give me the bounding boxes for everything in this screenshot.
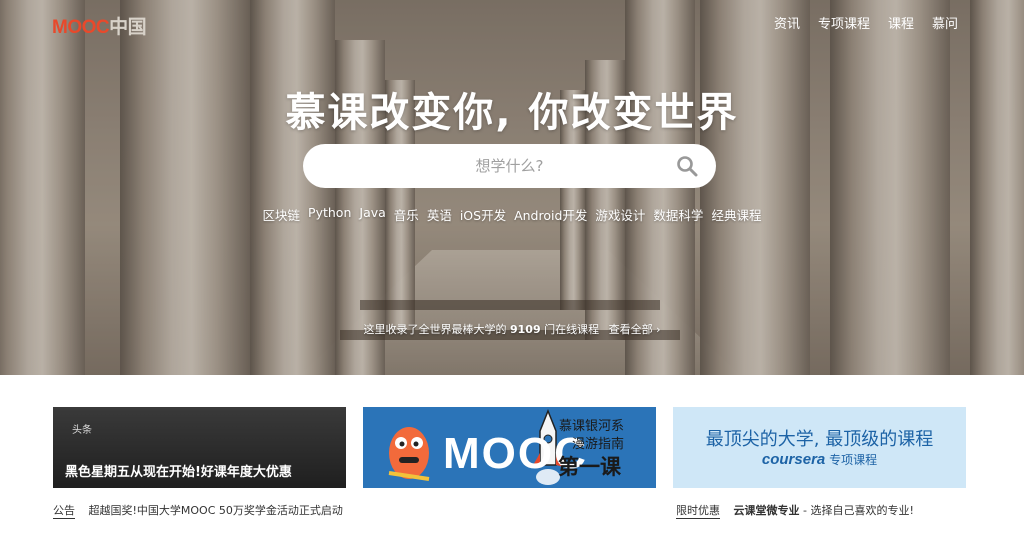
tag-data-science[interactable]: 数据科学 <box>653 205 703 224</box>
announcement-row[interactable]: 公告 超越国奖!中国大学MOOC 50万奖学金活动正式启动 <box>53 502 343 519</box>
promo-label: 限时优惠 <box>676 504 720 519</box>
tag-ios[interactable]: iOS开发 <box>460 205 506 224</box>
banner-card-mooc-guide[interactable]: MOOC 慕课银河系 漫游指南 第一课 <box>363 407 656 488</box>
tag-python[interactable]: Python <box>308 205 351 224</box>
search-icon[interactable] <box>676 155 698 177</box>
card-coursera-title: 最顶尖的大学, 最顶级的课程 <box>705 429 934 450</box>
tag-blockchain[interactable]: 区块链 <box>263 205 301 224</box>
promo-text: - 选择自己喜欢的专业! <box>799 504 914 517</box>
course-count: 这里收录了全世界最棒大学的 9109 门在线课程 查看全部 › <box>0 321 1024 337</box>
hero-headline: 慕课改变你, 你改变世界 <box>285 90 739 136</box>
banner-card-coursera[interactable]: 最顶尖的大学, 最顶级的课程 coursera 专项课程 <box>673 407 966 488</box>
announcement-label: 公告 <box>53 504 75 519</box>
card-sub3: 第一课 <box>558 455 621 479</box>
hero-banner: MOOC中国 资讯 专项课程 课程 慕问 慕课改变你, 你改变世界 区块链 Py… <box>0 0 1024 375</box>
top-nav: 资讯 专项课程 课程 慕问 <box>774 13 958 32</box>
nav-questions[interactable]: 慕问 <box>932 13 958 32</box>
tag-game-design[interactable]: 游戏设计 <box>595 205 645 224</box>
search-input[interactable] <box>303 157 716 175</box>
tag-music[interactable]: 音乐 <box>394 205 419 224</box>
logo-china: 中国 <box>109 17 147 38</box>
view-all-link[interactable]: 查看全部 › <box>609 323 661 336</box>
count-prefix: 这里收录了全世界最棒大学的 <box>363 323 507 336</box>
nav-specializations[interactable]: 专项课程 <box>818 13 870 32</box>
search-box <box>303 144 716 188</box>
tag-english[interactable]: 英语 <box>427 205 452 224</box>
count-suffix: 门在线课程 <box>544 323 600 336</box>
nav-news[interactable]: 资讯 <box>774 13 800 32</box>
card-sub2: 漫游指南 <box>572 437 625 452</box>
tag-classic[interactable]: 经典课程 <box>711 205 761 224</box>
banner-card-headline[interactable]: 头条 黑色星期五从现在开始!好课年度大优惠 <box>53 407 346 488</box>
hot-tags: 区块链 Python Java 音乐 英语 iOS开发 Android开发 游戏… <box>0 205 1024 224</box>
card-sub1: 慕课银河系 <box>559 419 625 434</box>
card-coursera-suffix: 专项课程 <box>829 453 878 467</box>
tag-java[interactable]: Java <box>359 205 385 224</box>
card-coursera-sub: coursera 专项课程 <box>673 451 966 468</box>
logo-mooc: MOOC <box>52 17 110 38</box>
logo[interactable]: MOOC中国 <box>52 12 147 39</box>
coursera-logo: coursera <box>761 451 826 468</box>
count-number: 9109 <box>509 323 541 336</box>
promo-row[interactable]: 限时优惠 云课堂微专业 - 选择自己喜欢的专业! <box>676 502 914 519</box>
nav-courses[interactable]: 课程 <box>888 13 914 32</box>
tag-android[interactable]: Android开发 <box>514 205 587 224</box>
card-title: 黑色星期五从现在开始!好课年度大优惠 <box>65 465 292 480</box>
monster-icon <box>388 427 430 481</box>
promo-bold: 云课堂微专业 <box>733 504 800 517</box>
card-badge: 头条 <box>72 425 92 436</box>
announcement-text: 超越国奖!中国大学MOOC 50万奖学金活动正式启动 <box>88 504 343 517</box>
